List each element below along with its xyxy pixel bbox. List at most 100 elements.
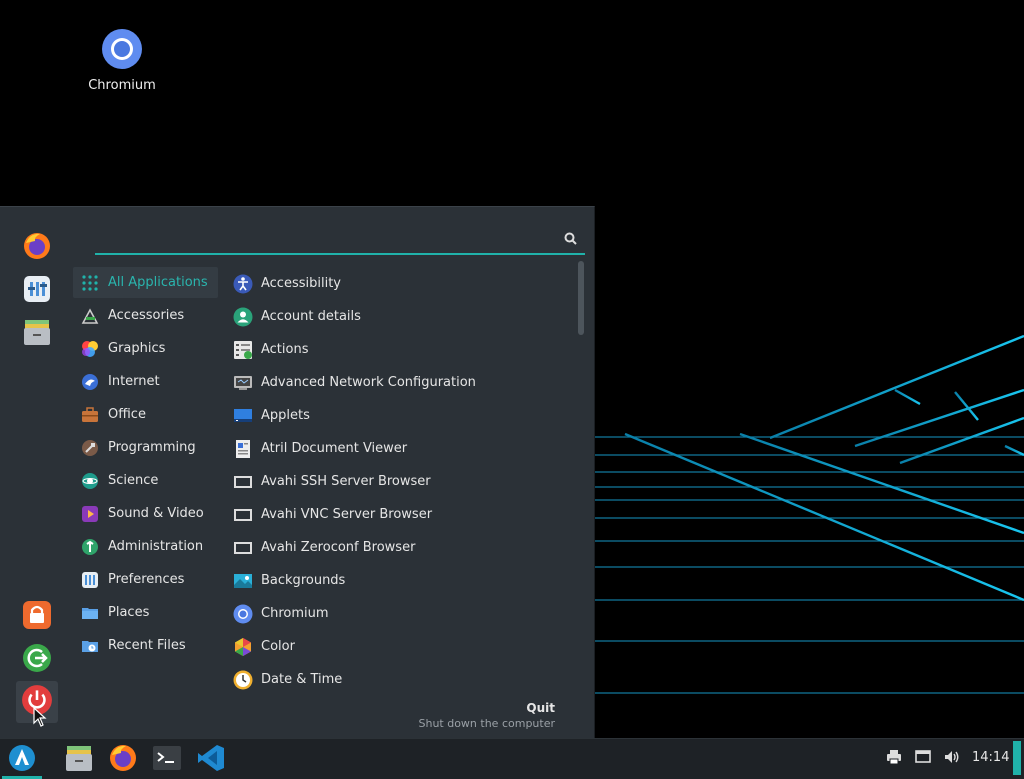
app-accessibility[interactable]: Accessibility <box>230 267 570 300</box>
app-avahi-ssh-server-browser[interactable]: Avahi SSH Server Browser <box>230 465 570 498</box>
category-all-applications[interactable]: All Applications <box>73 267 218 298</box>
category-places[interactable]: Places <box>73 597 218 628</box>
printer-icon[interactable] <box>886 749 902 769</box>
lock-screen-icon <box>22 600 52 634</box>
science-icon <box>80 471 100 491</box>
category-label: Programming <box>108 440 196 455</box>
preferences-icon <box>80 570 100 590</box>
scrollbar[interactable] <box>578 261 584 691</box>
terminal-icon <box>152 744 182 776</box>
hover-info-title: Quit <box>526 701 555 715</box>
favorite-file-manager[interactable] <box>20 317 54 351</box>
show-desktop-button[interactable] <box>1013 741 1021 775</box>
application-menu: All Applications Accessories Graphics In… <box>0 206 595 738</box>
recent-files-icon <box>80 636 100 656</box>
programming-icon <box>80 438 100 458</box>
category-graphics[interactable]: Graphics <box>73 333 218 364</box>
category-list: All Applications Accessories Graphics In… <box>73 267 218 663</box>
taskbar-vscode[interactable] <box>194 743 228 777</box>
settings-icon <box>22 274 52 308</box>
network-browser-icon <box>232 471 254 493</box>
scroll-thumb[interactable] <box>578 261 584 335</box>
internet-icon <box>80 372 100 392</box>
category-label: Science <box>108 473 159 488</box>
app-label: Chromium <box>261 606 329 621</box>
taskbar: 14:14 <box>0 738 1024 779</box>
app-color[interactable]: Color <box>230 630 570 663</box>
network-icon <box>232 372 254 394</box>
category-office[interactable]: Office <box>73 399 218 430</box>
category-internet[interactable]: Internet <box>73 366 218 397</box>
desktop-icon-chromium[interactable]: Chromium <box>82 28 162 93</box>
app-applets[interactable]: Applets <box>230 399 570 432</box>
file-manager-icon <box>22 317 52 351</box>
category-label: Recent Files <box>108 638 186 653</box>
app-label: Color <box>261 639 295 654</box>
taskbar-firefox[interactable] <box>106 743 140 777</box>
app-advanced-network-configuration[interactable]: Advanced Network Configuration <box>230 366 570 399</box>
category-programming[interactable]: Programming <box>73 432 218 463</box>
vscode-icon <box>196 743 226 777</box>
app-label: Account details <box>261 309 361 324</box>
account-icon <box>232 306 254 328</box>
clock[interactable]: 14:14 <box>972 750 1009 765</box>
app-avahi-zeroconf-browser[interactable]: Avahi Zeroconf Browser <box>230 531 570 564</box>
firefox-icon <box>22 231 52 265</box>
category-accessories[interactable]: Accessories <box>73 300 218 331</box>
file-manager-icon <box>64 743 94 777</box>
category-label: Office <box>108 407 146 422</box>
category-sound-video[interactable]: Sound & Video <box>73 498 218 529</box>
logout-button[interactable] <box>20 643 54 677</box>
taskbar-terminal[interactable] <box>150 743 184 777</box>
sound-video-icon <box>80 504 100 524</box>
category-administration[interactable]: Administration <box>73 531 218 562</box>
network-browser-icon <box>232 537 254 559</box>
app-label: Avahi SSH Server Browser <box>261 474 431 489</box>
display-icon[interactable] <box>915 749 931 769</box>
app-chromium[interactable]: Chromium <box>230 597 570 630</box>
applets-icon <box>232 405 254 427</box>
favorites-bar <box>0 207 74 738</box>
office-icon <box>80 405 100 425</box>
chromium-icon <box>101 29 143 74</box>
category-preferences[interactable]: Preferences <box>73 564 218 595</box>
app-avahi-vnc-server-browser[interactable]: Avahi VNC Server Browser <box>230 498 570 531</box>
category-science[interactable]: Science <box>73 465 218 496</box>
application-list: Accessibility Account details Actions Ad… <box>230 267 570 695</box>
app-date-time[interactable]: Date & Time <box>230 663 570 695</box>
favorite-firefox[interactable] <box>20 231 54 265</box>
app-label: Date & Time <box>261 672 343 687</box>
accessibility-icon <box>232 273 254 295</box>
clock-icon <box>232 669 254 691</box>
hover-info-description: Shut down the computer <box>418 717 555 730</box>
search-icon[interactable] <box>564 230 577 249</box>
category-recent-files[interactable]: Recent Files <box>73 630 218 661</box>
app-label: Advanced Network Configuration <box>261 375 476 390</box>
search-box <box>95 225 585 255</box>
app-backgrounds[interactable]: Backgrounds <box>230 564 570 597</box>
app-label: Actions <box>261 342 309 357</box>
color-icon <box>232 636 254 658</box>
accessories-icon <box>80 306 100 326</box>
volume-icon[interactable] <box>944 749 960 769</box>
search-input[interactable] <box>95 227 559 251</box>
mouse-cursor-icon <box>33 707 47 727</box>
administration-icon <box>80 537 100 557</box>
app-label: Avahi Zeroconf Browser <box>261 540 416 555</box>
category-label: Accessories <box>108 308 185 323</box>
category-label: Preferences <box>108 572 185 587</box>
menu-button[interactable] <box>5 743 39 777</box>
grid-icon <box>80 273 100 293</box>
favorite-settings[interactable] <box>20 274 54 308</box>
app-label: Atril Document Viewer <box>261 441 408 456</box>
app-actions[interactable]: Actions <box>230 333 570 366</box>
network-browser-icon <box>232 504 254 526</box>
app-account-details[interactable]: Account details <box>230 300 570 333</box>
taskbar-file-manager[interactable] <box>62 743 96 777</box>
category-label: Sound & Video <box>108 506 204 521</box>
category-label: Internet <box>108 374 160 389</box>
app-label: Accessibility <box>261 276 341 291</box>
category-label: Graphics <box>108 341 166 356</box>
app-atril-document-viewer[interactable]: Atril Document Viewer <box>230 432 570 465</box>
lock-screen-button[interactable] <box>20 600 54 634</box>
